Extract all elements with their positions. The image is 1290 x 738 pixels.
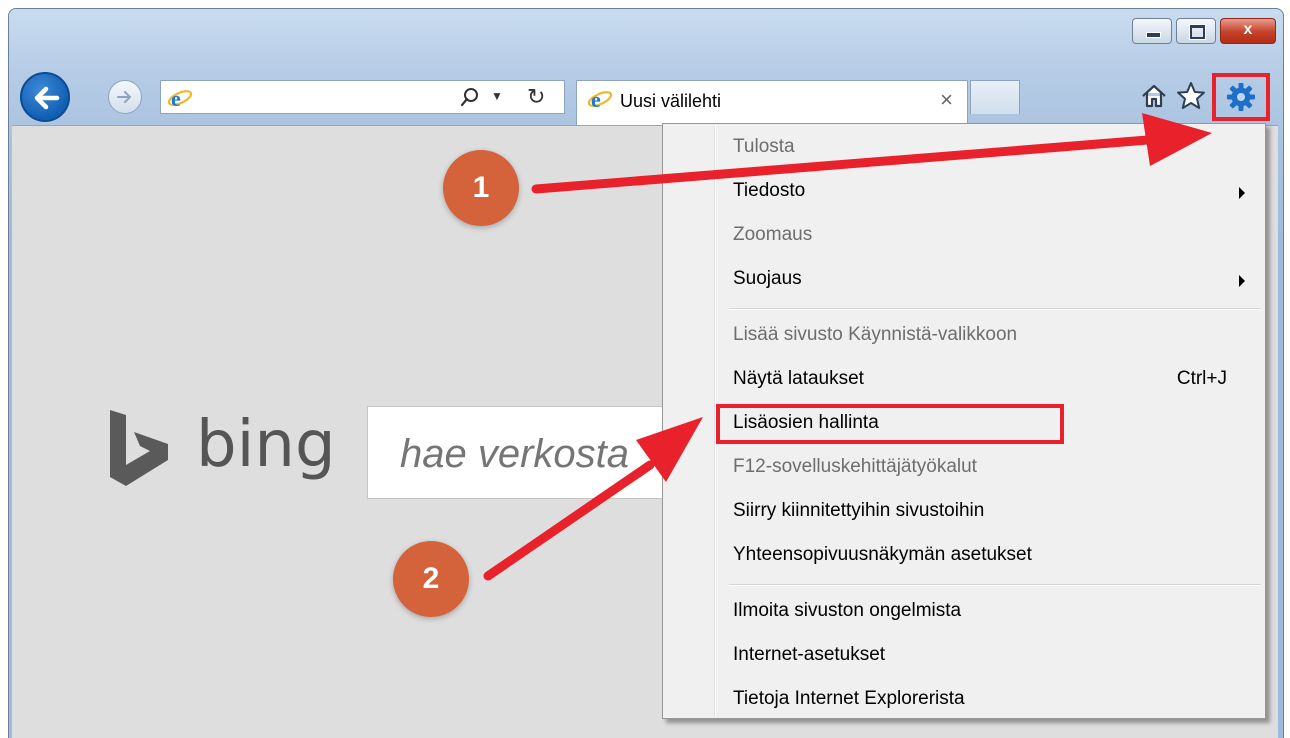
arrow-to-gear: [531, 113, 1212, 194]
annotation-arrows: [483, 113, 1212, 581]
arrow-to-manage-addons: [483, 417, 703, 581]
step-badge-1: 1: [443, 150, 519, 226]
step-badge-2: 2: [393, 541, 469, 617]
ie-window: x e ▼ ↻ e Uusi välilehti × bing hae verk…: [0, 0, 1290, 738]
